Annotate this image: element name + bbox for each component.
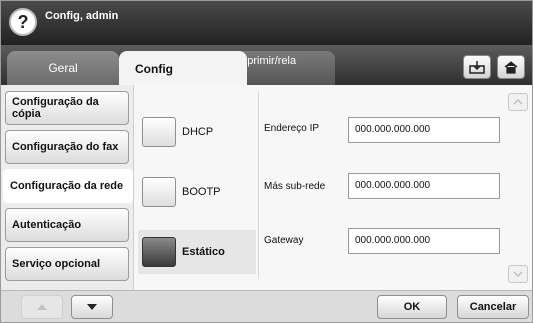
- admin-config-screen: ? Config, admin Geral Imprimir/rela t. C…: [0, 0, 533, 323]
- home-icon: [504, 61, 518, 74]
- ok-button[interactable]: OK: [377, 295, 447, 319]
- title-bar: ? Config, admin: [1, 1, 532, 45]
- cancel-button[interactable]: Cancelar: [457, 295, 529, 319]
- scroll-up-button[interactable]: [508, 93, 528, 111]
- bottom-bar: OK Cancelar: [1, 290, 532, 322]
- gateway-field[interactable]: 000.000.000.000: [348, 228, 500, 254]
- tray-icon: [469, 61, 485, 74]
- triangle-up-icon: [37, 304, 47, 310]
- sidebar: Configuração da cópia Configuração do fa…: [1, 85, 133, 290]
- sidebar-item-optional-service[interactable]: Serviço opcional: [5, 247, 129, 281]
- page-title: Config, admin: [45, 10, 119, 22]
- ip-address-field[interactable]: 000.000.000.000: [348, 117, 500, 143]
- question-icon: ?: [17, 12, 29, 32]
- scroll-down-button[interactable]: [508, 265, 528, 283]
- sidebar-item-label: Serviço opcional: [12, 258, 101, 270]
- tab-bar: Geral Imprimir/rela t. Config: [1, 45, 532, 85]
- home-button[interactable]: [497, 55, 525, 79]
- dhcp-option-button[interactable]: [142, 117, 176, 147]
- sidebar-item-label: Autenticação: [12, 219, 82, 231]
- tray-button[interactable]: [463, 55, 491, 79]
- chevron-up-icon: [513, 99, 523, 105]
- sidebar-item-label: Configuração da cópia: [12, 96, 99, 120]
- dhcp-label: DHCP: [182, 126, 214, 138]
- sidebar-item-label: Configuração da rede: [10, 180, 124, 192]
- subnet-mask-field[interactable]: 000.000.000.000: [348, 173, 500, 199]
- sidebar-item-copy-config[interactable]: Configuração da cópia: [5, 91, 129, 125]
- static-option-button[interactable]: [142, 237, 176, 267]
- tab-config[interactable]: Config: [119, 51, 247, 85]
- bootp-option-button[interactable]: [142, 177, 176, 207]
- gateway-label: Gateway: [264, 235, 304, 246]
- page-up-button[interactable]: [21, 295, 63, 319]
- divider: [258, 91, 259, 279]
- sidebar-item-label: Configuração do fax: [12, 141, 119, 153]
- ip-address-label: Endereço IP: [264, 123, 320, 134]
- chevron-down-icon: [513, 271, 523, 277]
- sidebar-item-network-config[interactable]: Configuração da rede: [3, 169, 133, 203]
- page-down-button[interactable]: [71, 295, 113, 319]
- network-settings-panel: DHCP BOOTP Estático Endereço IP 000.000.…: [133, 85, 532, 291]
- triangle-down-icon: [87, 304, 97, 310]
- help-button[interactable]: ?: [9, 8, 37, 36]
- static-label: Estático: [182, 246, 225, 258]
- subnet-mask-label: Más sub-rede: [264, 181, 326, 192]
- sidebar-item-fax-config[interactable]: Configuração do fax: [5, 130, 129, 164]
- tab-geral[interactable]: Geral: [7, 51, 119, 85]
- bootp-label: BOOTP: [182, 186, 221, 198]
- sidebar-item-authentication[interactable]: Autenticação: [5, 208, 129, 242]
